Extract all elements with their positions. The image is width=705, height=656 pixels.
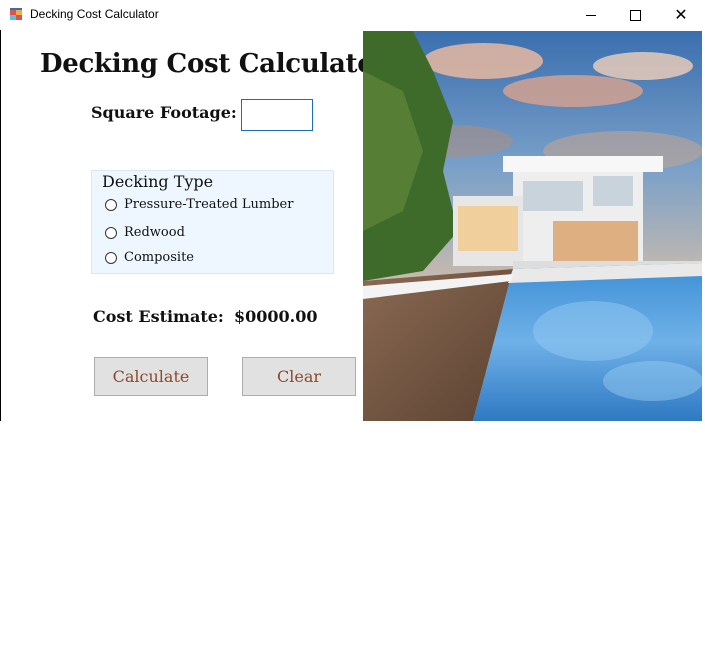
close-button[interactable]: ✕ [658,0,704,30]
decking-type-title: Decking Type [101,172,215,191]
radio-label: Composite [124,250,194,265]
calculate-button[interactable]: Calculate [94,357,208,396]
radio-button-icon[interactable] [105,198,117,211]
house-photo-icon [363,31,702,421]
square-footage-input[interactable] [241,99,313,131]
cost-estimate-value: $0000.00 [234,307,318,326]
house-photo [363,31,702,421]
app-window: Decking Cost Calculator ✕ Decking Cost C… [0,0,705,656]
minimize-button[interactable] [568,0,614,30]
radio-button-icon[interactable] [105,251,117,264]
minimize-icon [586,14,596,16]
maximize-icon [629,9,641,21]
radio-button-icon[interactable] [105,226,117,239]
close-icon: ✕ [674,5,688,24]
square-footage-label: Square Footage: [91,103,237,122]
radio-redwood[interactable]: Redwood [105,225,185,240]
clear-button[interactable]: Clear [242,357,356,396]
title-bar[interactable]: Decking Cost Calculator ✕ [0,0,705,30]
radio-label: Pressure-Treated Lumber [124,197,294,212]
window-title: Decking Cost Calculator [30,7,159,21]
radio-composite[interactable]: Composite [105,250,194,265]
maximize-button[interactable] [612,0,658,30]
cost-estimate-label: Cost Estimate: [93,307,224,326]
radio-pressure-treated-lumber[interactable]: Pressure-Treated Lumber [105,197,293,212]
app-icon [9,7,23,21]
radio-label: Redwood [124,225,185,240]
page-title: Decking Cost Calculator [40,49,388,79]
